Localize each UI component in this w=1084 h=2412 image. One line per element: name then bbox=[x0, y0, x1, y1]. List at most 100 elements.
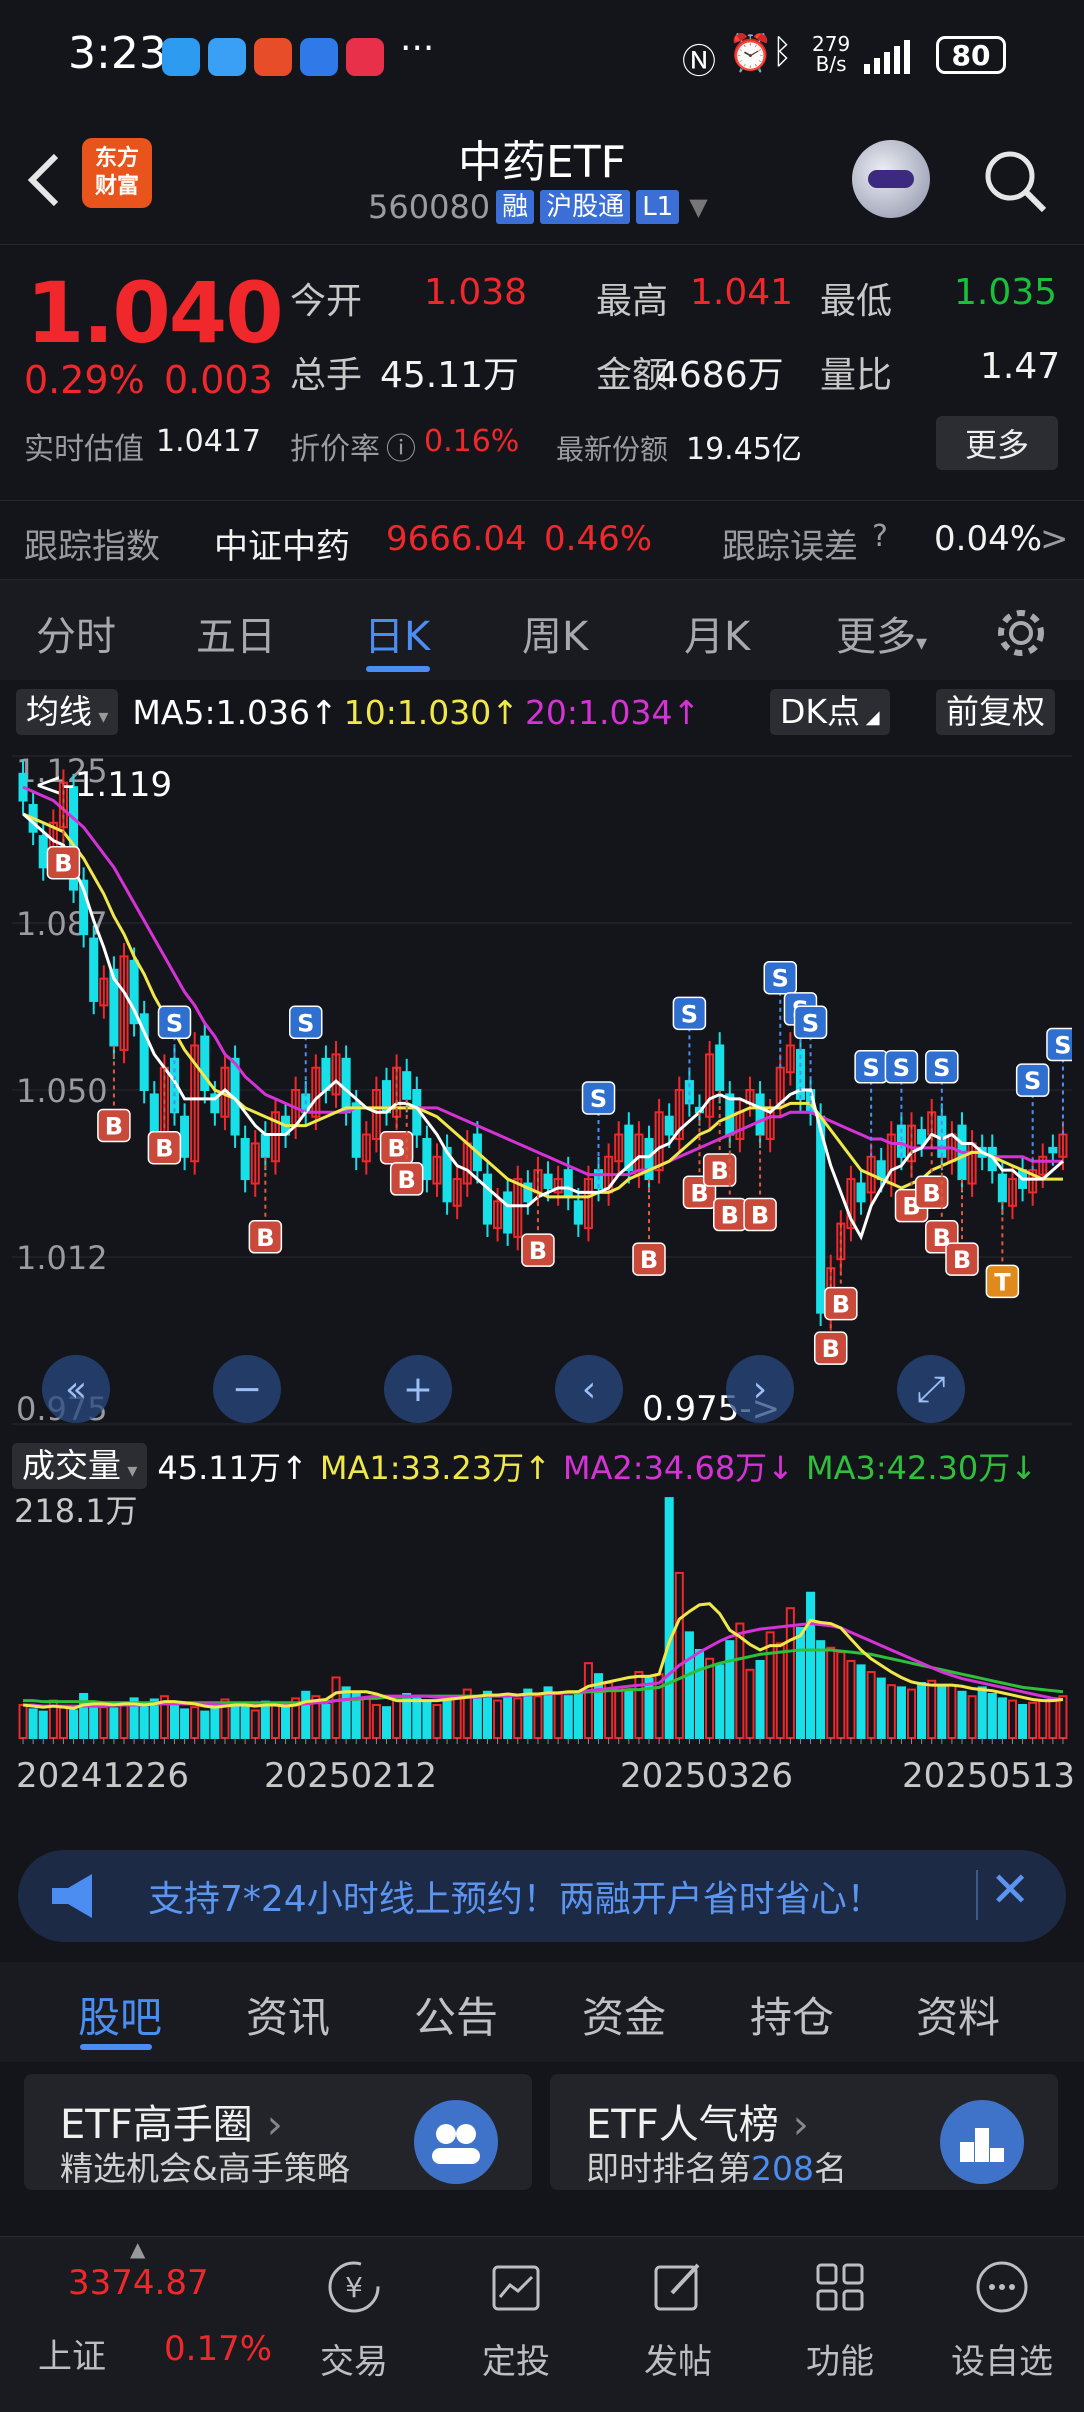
tab-funds[interactable]: 资金 bbox=[582, 1984, 666, 2045]
stock-subtitle: 560080 融 沪股通 L1 ▼ bbox=[368, 188, 708, 226]
candle-body bbox=[543, 1173, 553, 1189]
signal-marker-label: B bbox=[155, 1135, 173, 1163]
adjust-button[interactable]: 前复权 bbox=[936, 689, 1055, 735]
tab-more[interactable]: 更多▾ bbox=[836, 604, 927, 662]
gear-icon[interactable] bbox=[994, 606, 1048, 660]
volume-bar bbox=[452, 1697, 462, 1740]
zoom-in-icon[interactable]: + bbox=[384, 1355, 452, 1423]
candle-body bbox=[149, 1093, 159, 1136]
status-bar: 3:23 ··· Ⓝ ⏰ ᛒ 279 B/s 80 bbox=[0, 0, 1084, 110]
volume-bar bbox=[715, 1664, 725, 1740]
rewind-icon[interactable]: « bbox=[42, 1355, 110, 1423]
zoom-out-icon[interactable]: − bbox=[213, 1355, 281, 1423]
tracking-index-row[interactable]: 跟踪指数 中证中药 9666.04 0.46% 跟踪误差 ? 0.04% > bbox=[0, 500, 1084, 580]
stock-header: 东方 财富 中药ETF 560080 融 沪股通 L1 ▼ bbox=[0, 110, 1084, 245]
candle-body bbox=[644, 1137, 654, 1181]
candle-body bbox=[997, 1173, 1007, 1203]
tab-announcement[interactable]: 公告 bbox=[414, 1984, 498, 2045]
volume-bar bbox=[886, 1684, 896, 1739]
prev-icon[interactable]: ‹ bbox=[555, 1355, 623, 1423]
caret-down-icon[interactable]: ▼ bbox=[689, 193, 707, 221]
control-button-glyph: ⤢ bbox=[917, 1369, 946, 1410]
volume-bar bbox=[18, 1703, 28, 1740]
more-button[interactable]: 更多 bbox=[936, 416, 1058, 470]
volume-bar bbox=[442, 1699, 452, 1739]
signal-marker-label: B bbox=[256, 1224, 274, 1252]
tab-holdings[interactable]: 持仓 bbox=[750, 1984, 834, 2045]
tab-weekly-k[interactable]: 周K bbox=[522, 604, 588, 662]
signal-marker-label: S bbox=[802, 1009, 819, 1037]
tab-forum[interactable]: 股吧 bbox=[78, 1984, 162, 2045]
nav-trade[interactable]: ¥ 交易 bbox=[284, 2257, 424, 2383]
volume-bar bbox=[503, 1692, 513, 1739]
signal-marker-label: B bbox=[105, 1112, 123, 1140]
promo-banner[interactable]: 支持7*24小时线上预约！两融开户省时省心！ ✕ bbox=[18, 1850, 1066, 1942]
ma5-value: MA5:1.036↑ bbox=[132, 692, 338, 732]
nav-functions[interactable]: 功能 bbox=[770, 2257, 910, 2383]
high-label: 最高 bbox=[596, 281, 669, 322]
volume-bar bbox=[896, 1686, 906, 1739]
market-index-change[interactable]: 0.17% bbox=[164, 2329, 272, 2369]
volume-bar bbox=[583, 1662, 593, 1739]
market-index-name[interactable]: 上证 bbox=[38, 2329, 106, 2378]
dk-button[interactable]: DK点 ◢ bbox=[770, 689, 890, 735]
ma-legend: 均线 ▾ MA5:1.036↑ 10:1.030↑ 20:1.034↑ DK点 … bbox=[0, 686, 1084, 738]
info-icon[interactable]: ⓘ bbox=[386, 424, 416, 468]
ma-selector[interactable]: 均线 ▾ bbox=[16, 689, 119, 735]
search-icon[interactable] bbox=[982, 148, 1048, 214]
volume-bar bbox=[321, 1703, 331, 1740]
next-icon[interactable]: › bbox=[726, 1355, 794, 1423]
robot-assistant-icon[interactable] bbox=[852, 140, 930, 218]
banner-text: 支持7*24小时线上预约！两融开户省时省心！ bbox=[148, 1879, 883, 1920]
etf-rank-card[interactable]: ETF人气榜 › 即时排名第208名 bbox=[550, 2074, 1058, 2190]
ratio-label: 量比 bbox=[820, 355, 893, 396]
volume-bar bbox=[967, 1695, 977, 1740]
signal-marker-label: B bbox=[711, 1157, 729, 1185]
volume-bar bbox=[977, 1686, 987, 1739]
volume-legend: 成交量 ▾ 45.11万↑ MA1:33.23万↑ MA2:34.68万↓ MA… bbox=[0, 1440, 1084, 1492]
active-tab-indicator bbox=[80, 2044, 152, 2050]
volume-bar bbox=[684, 1631, 694, 1739]
signal-marker-label: S bbox=[772, 965, 789, 993]
etf-expert-card[interactable]: ETF高手圈 › 精选机会&高手策略 bbox=[24, 2074, 532, 2190]
help-icon[interactable]: ? bbox=[872, 519, 888, 554]
nav-watchlist[interactable]: 设自选 bbox=[932, 2257, 1072, 2383]
vol-ma3-value: MA3:42.30万↓ bbox=[806, 1449, 1038, 1487]
candle-body bbox=[260, 1133, 270, 1158]
volume-bar bbox=[190, 1706, 200, 1739]
tab-monthly-k[interactable]: 月K bbox=[684, 604, 750, 662]
kline-chart[interactable]: 1.1251.0871.0501.0120.975BBBBBBBBBBBBBBB… bbox=[12, 744, 1072, 1434]
volume-bar bbox=[634, 1670, 644, 1739]
candle-body bbox=[1048, 1146, 1058, 1154]
volume-chart[interactable]: 218.1万 bbox=[12, 1494, 1072, 1744]
date-tick: 20250212 bbox=[264, 1756, 438, 1796]
change-pct: 0.29% bbox=[24, 358, 145, 402]
level-tag: L1 bbox=[636, 190, 680, 224]
volume-bar bbox=[826, 1646, 836, 1739]
volume-bar bbox=[947, 1684, 957, 1739]
candle-body bbox=[503, 1191, 513, 1234]
tab-news[interactable]: 资讯 bbox=[246, 1984, 330, 2045]
edit-icon bbox=[654, 2263, 700, 2311]
signal-marker-label: B bbox=[529, 1237, 547, 1265]
tab-profile[interactable]: 资料 bbox=[916, 1984, 1000, 2045]
tab-daily-k[interactable]: 日K bbox=[364, 604, 430, 662]
market-index-value[interactable]: 3374.87 bbox=[68, 2263, 209, 2303]
volume-label: 总手 bbox=[290, 355, 363, 396]
status-time: 3:23 bbox=[68, 28, 167, 79]
tab-intraday[interactable]: 分时 bbox=[36, 604, 116, 662]
track-index-value: 9666.04 bbox=[386, 519, 527, 559]
control-button-glyph: ‹ bbox=[582, 1369, 596, 1410]
signal-marker-label: S bbox=[1054, 1032, 1071, 1060]
volume-bar bbox=[119, 1703, 129, 1740]
nav-post[interactable]: 发帖 bbox=[608, 2257, 748, 2383]
track-error-label: 跟踪误差 bbox=[722, 527, 858, 567]
volume-bar bbox=[553, 1692, 563, 1739]
close-icon[interactable]: ✕ bbox=[990, 1862, 1030, 1918]
nav-fixed-invest[interactable]: 定投 bbox=[446, 2257, 586, 2383]
fullscreen-icon[interactable]: ⤢ bbox=[897, 1355, 965, 1423]
tab-five-day[interactable]: 五日 bbox=[196, 604, 276, 662]
volume-bar bbox=[523, 1688, 533, 1740]
vol-ma1-value: MA1:33.23万↑ bbox=[319, 1449, 551, 1487]
volume-selector[interactable]: 成交量 ▾ bbox=[12, 1443, 148, 1489]
